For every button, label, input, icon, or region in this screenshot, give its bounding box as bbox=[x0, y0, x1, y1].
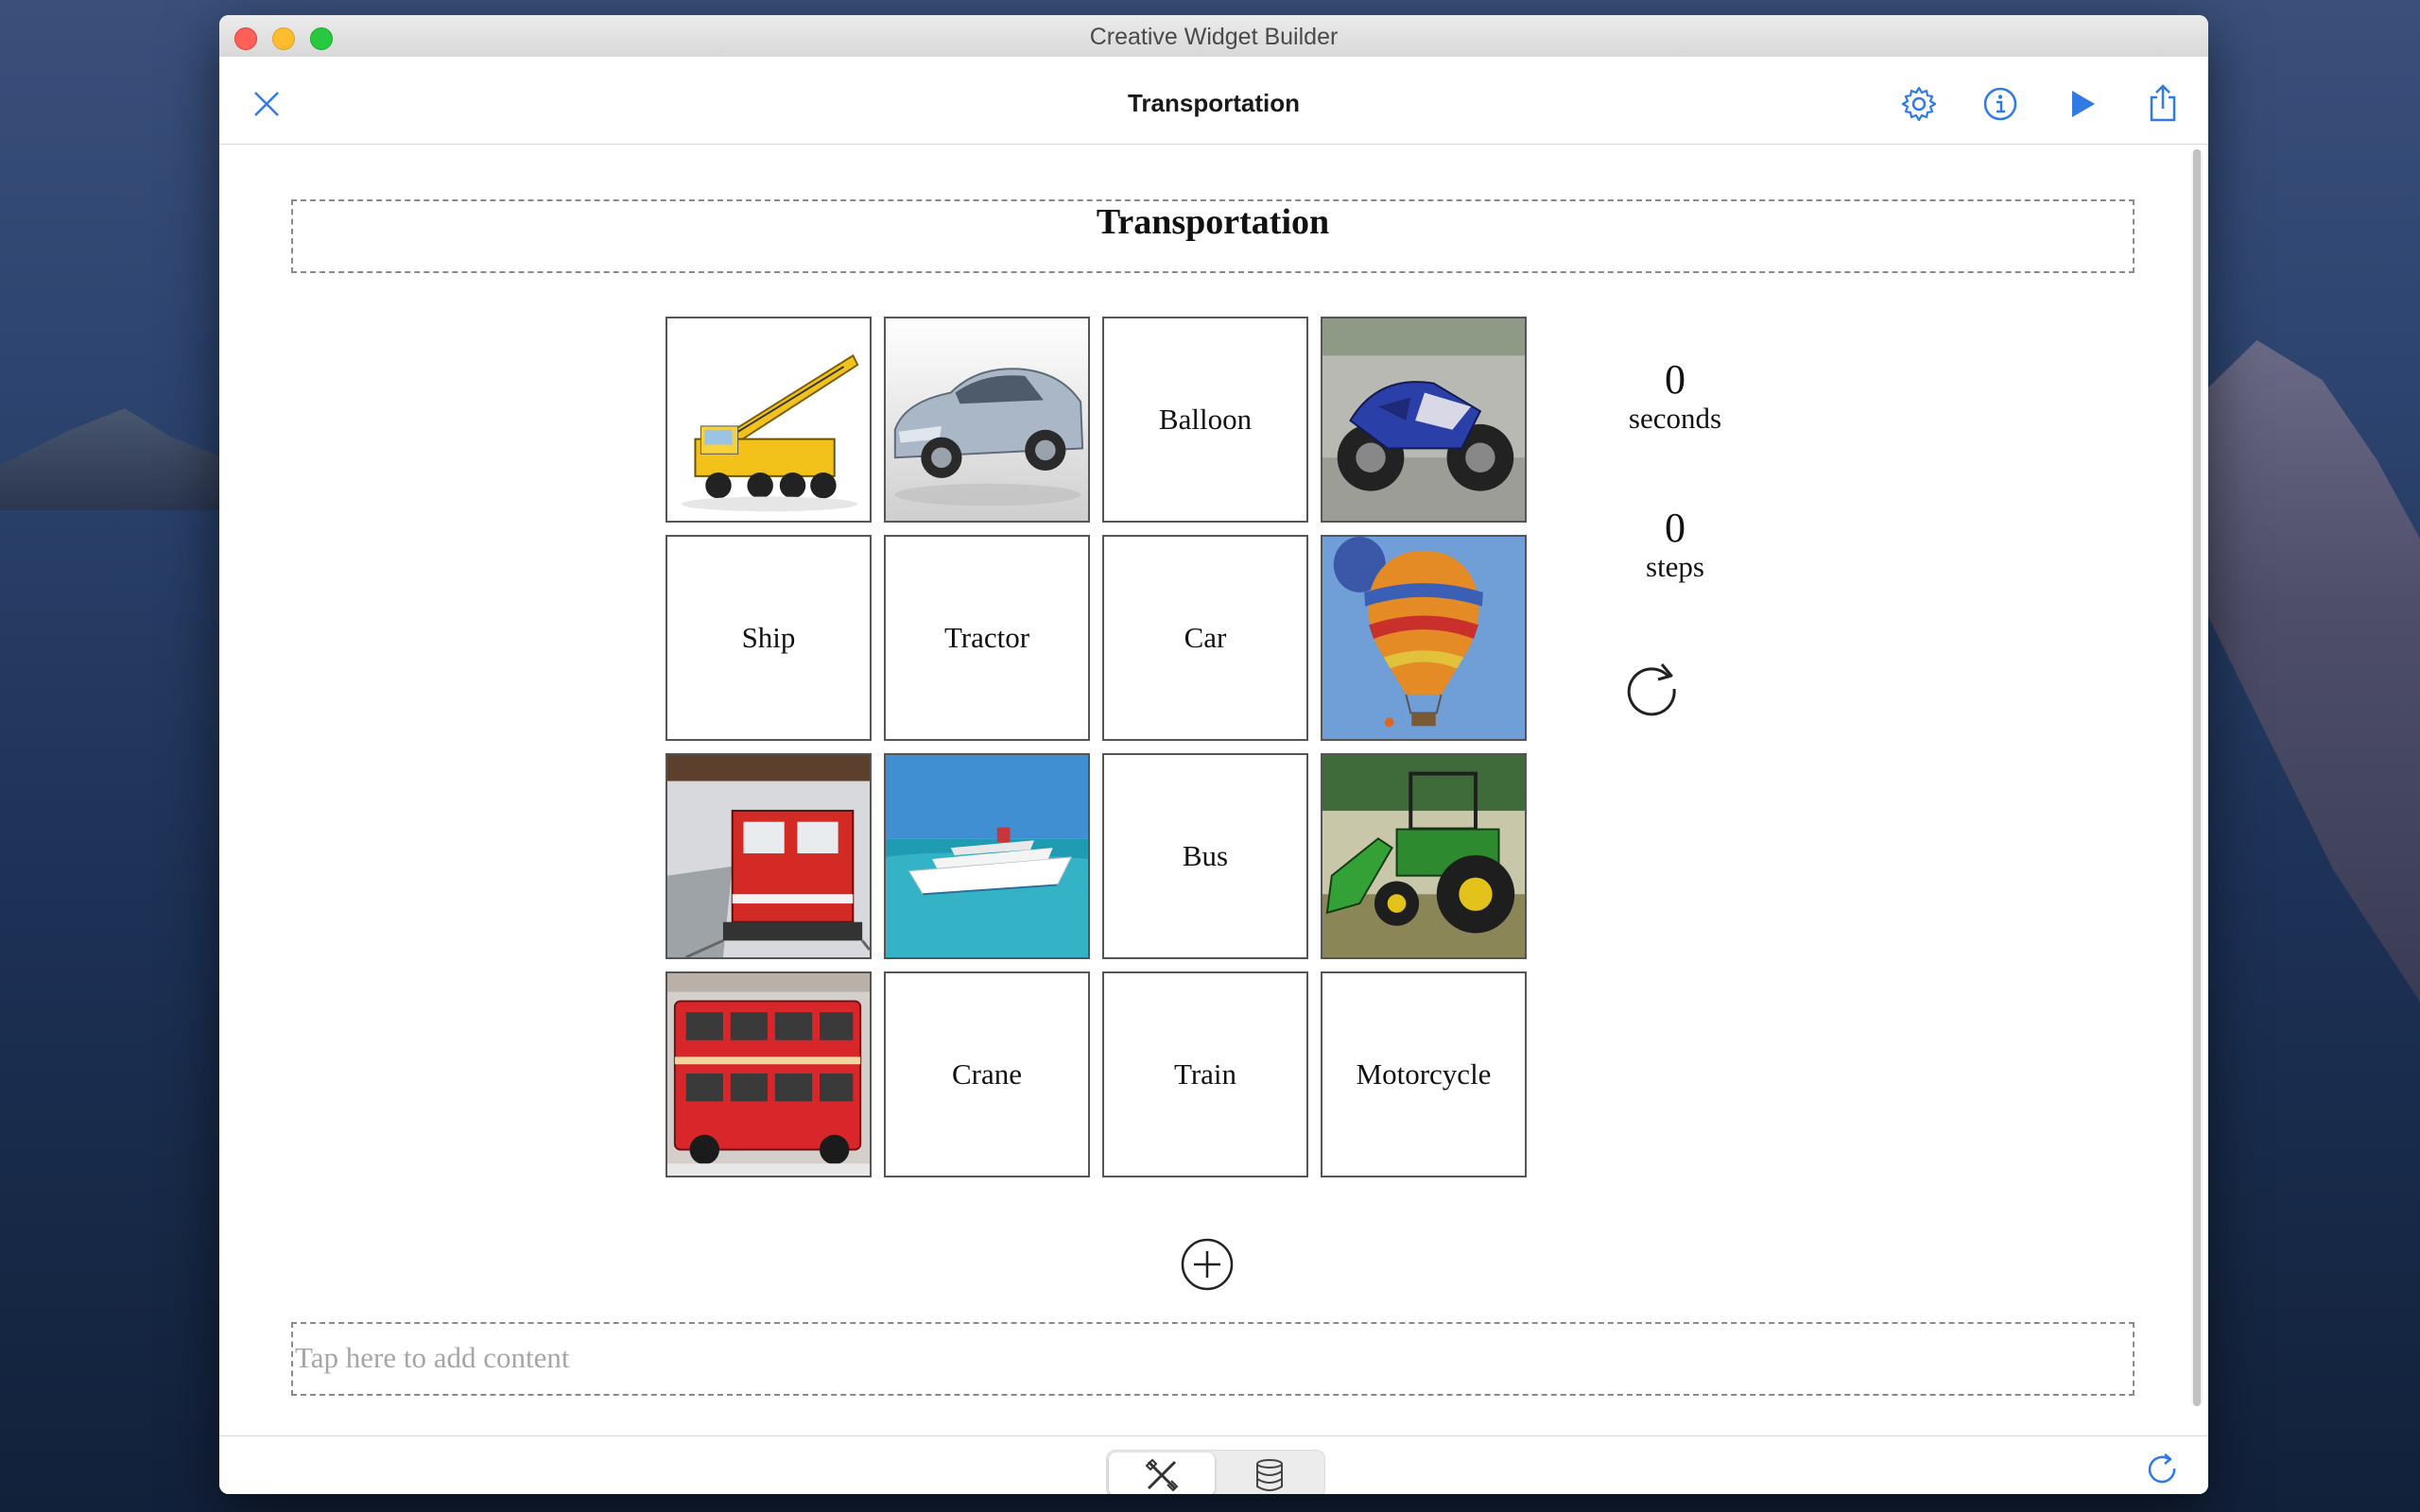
matching-grid: Balloon Ship Tractor Car Bus Crane Train… bbox=[666, 317, 1528, 1178]
widget-title: Transportation bbox=[1096, 202, 1330, 242]
card-text-train[interactable]: Train bbox=[1102, 971, 1308, 1177]
timer-display: 0 seconds bbox=[1581, 357, 1770, 435]
card-text-motorcycle[interactable]: Motorcycle bbox=[1321, 971, 1527, 1177]
card-image-crane[interactable] bbox=[666, 317, 872, 523]
gear-icon[interactable] bbox=[1898, 83, 1940, 125]
card-text-car[interactable]: Car bbox=[1102, 535, 1308, 741]
card-label: Crane bbox=[951, 1057, 1023, 1091]
data-mode-tab[interactable] bbox=[1217, 1452, 1322, 1494]
add-content-box[interactable]: Tap here to add content bbox=[291, 1322, 2135, 1396]
card-label: Balloon bbox=[1158, 403, 1253, 436]
card-image-balloon[interactable] bbox=[1321, 535, 1527, 741]
card-text-crane[interactable]: Crane bbox=[884, 971, 1090, 1177]
steps-display: 0 steps bbox=[1581, 506, 1770, 583]
ship-image bbox=[886, 755, 1088, 957]
add-card-icon[interactable] bbox=[1180, 1237, 1235, 1292]
steps-label: steps bbox=[1646, 550, 1704, 583]
card-image-ship[interactable] bbox=[884, 753, 1090, 959]
motorcycle-image bbox=[1322, 318, 1525, 521]
crane-image bbox=[667, 318, 870, 521]
seconds-label: seconds bbox=[1628, 402, 1722, 435]
window-title: Creative Widget Builder bbox=[1089, 24, 1339, 50]
widget-title-box[interactable]: Transportation bbox=[291, 199, 2135, 273]
car-image bbox=[886, 318, 1088, 521]
card-text-balloon[interactable]: Balloon bbox=[1102, 317, 1308, 523]
steps-value: 0 bbox=[1665, 505, 1685, 551]
bottom-bar bbox=[219, 1435, 2208, 1494]
add-content-placeholder: Tap here to add content bbox=[295, 1341, 570, 1374]
card-image-car[interactable] bbox=[884, 317, 1090, 523]
card-text-tractor[interactable]: Tractor bbox=[884, 535, 1090, 741]
card-label: Train bbox=[1173, 1057, 1237, 1091]
card-image-bus[interactable] bbox=[666, 971, 872, 1177]
card-image-motorcycle[interactable] bbox=[1321, 317, 1527, 523]
reset-icon[interactable] bbox=[1620, 655, 1683, 717]
share-icon[interactable] bbox=[2142, 83, 2184, 125]
scrollbar-thumb[interactable] bbox=[2193, 149, 2201, 1406]
card-label: Motorcycle bbox=[1356, 1057, 1492, 1091]
mode-switcher bbox=[1106, 1450, 1325, 1494]
card-text-bus[interactable]: Bus bbox=[1102, 753, 1308, 959]
background-cliff bbox=[2203, 340, 2420, 1002]
vertical-scrollbar[interactable] bbox=[2191, 149, 2203, 1406]
design-mode-tab[interactable] bbox=[1109, 1452, 1215, 1494]
card-label: Car bbox=[1184, 621, 1227, 654]
card-label: Bus bbox=[1182, 839, 1229, 872]
canvas-area: Transportation Balloon Ship Tractor Car … bbox=[219, 145, 2208, 1435]
database-icon bbox=[1256, 1459, 1283, 1491]
card-label: Ship bbox=[741, 621, 796, 654]
seconds-value: 0 bbox=[1665, 356, 1685, 403]
background-mountain bbox=[0, 408, 227, 510]
card-text-ship[interactable]: Ship bbox=[666, 535, 872, 741]
app-window: Creative Widget Builder Transportation T… bbox=[219, 15, 2208, 1494]
tools-icon bbox=[1145, 1458, 1179, 1492]
balloon-image bbox=[1322, 537, 1525, 739]
play-icon[interactable] bbox=[2061, 83, 2102, 125]
info-icon[interactable] bbox=[1979, 83, 2021, 125]
refresh-icon[interactable] bbox=[2144, 1452, 2182, 1489]
card-image-tractor[interactable] bbox=[1321, 753, 1527, 959]
toolbar: Transportation bbox=[219, 57, 2208, 145]
title-bar: Creative Widget Builder bbox=[219, 15, 2208, 58]
card-label: Tractor bbox=[943, 621, 1030, 654]
tractor-image bbox=[1322, 755, 1525, 957]
train-image bbox=[667, 755, 870, 957]
card-image-train[interactable] bbox=[666, 753, 872, 959]
bus-image bbox=[667, 973, 870, 1176]
